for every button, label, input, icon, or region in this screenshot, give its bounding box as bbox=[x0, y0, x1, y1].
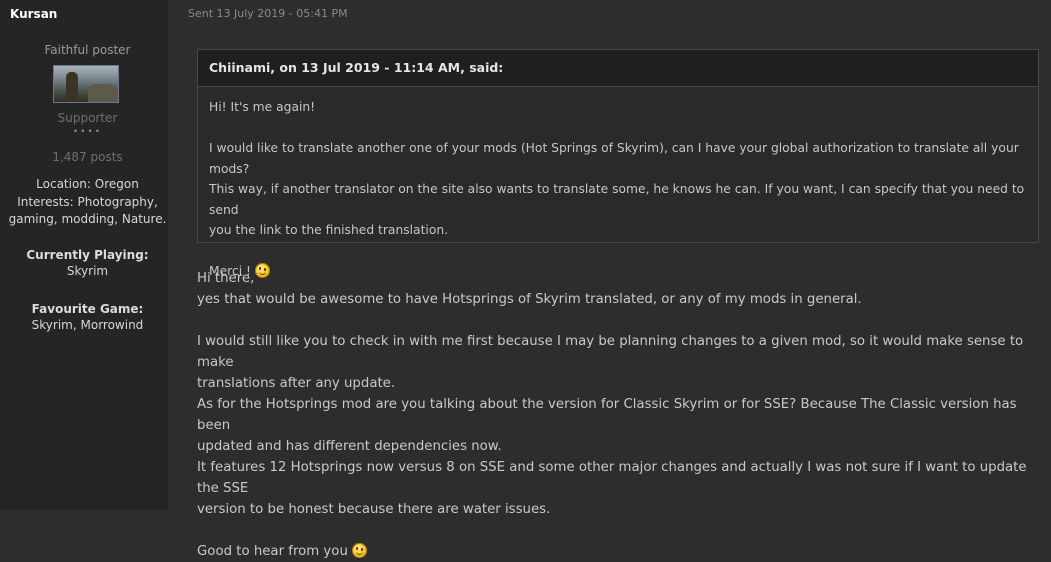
reply-body: Hi there, yes that would be awesome to h… bbox=[197, 268, 1043, 562]
avatar-rock bbox=[88, 84, 118, 102]
quote-line: I would like to translate another one of… bbox=[209, 141, 1019, 176]
rank-pips: •••• bbox=[72, 127, 103, 137]
reply-line: translations after any update. bbox=[197, 376, 396, 391]
reply-line: yes that would be awesome to have Hotspr… bbox=[197, 292, 862, 307]
reply-line: It features 12 Hotsprings now versus 8 o… bbox=[197, 460, 1027, 496]
reply-signoff-text: Good to hear from you bbox=[197, 544, 348, 559]
avatar-figure bbox=[66, 72, 78, 102]
field-value: Skyrim bbox=[66, 264, 109, 278]
quote-line: This way, if another translator on the s… bbox=[209, 182, 1025, 217]
member-group: Supporter bbox=[57, 111, 118, 125]
quote-citation[interactable]: Chiinami, on 13 Jul 2019 - 11:14 AM, sai… bbox=[198, 50, 1038, 87]
custom-field-currently-playing: Currently Playing: Skyrim bbox=[0, 248, 175, 281]
quote-block: Chiinami, on 13 Jul 2019 - 11:14 AM, sai… bbox=[197, 49, 1039, 278]
interests-text-line2: gaming, modding, Nature. bbox=[8, 212, 167, 226]
avatar[interactable] bbox=[53, 65, 119, 103]
field-title: Currently Playing: bbox=[26, 248, 149, 262]
location-text: Location: Oregon bbox=[36, 177, 139, 191]
interests-text-line1: Interests: Photography, bbox=[17, 194, 158, 209]
quote-body: Hi! It's me again! I would like to trans… bbox=[198, 87, 1038, 282]
reply-line: updated and has different dependencies n… bbox=[197, 439, 502, 454]
reply-signoff: Good to hear from you bbox=[197, 541, 1043, 562]
reply-line: I would still like you to check in with … bbox=[197, 334, 1024, 370]
quote-line: Hi! It's me again! bbox=[209, 100, 316, 114]
author-name-link[interactable]: Kursan bbox=[10, 7, 57, 21]
post-count: 1,487 posts bbox=[52, 150, 123, 164]
sent-date: Sent 13 July 2019 - 05:41 PM bbox=[188, 7, 348, 20]
field-title: Favourite Game: bbox=[31, 302, 144, 316]
member-rank: Faithful poster bbox=[44, 43, 131, 57]
wink-smiley-icon bbox=[351, 543, 367, 558]
reply-line: Hi there, bbox=[197, 271, 255, 286]
member-info: Location: Oregon Interests: Photography,… bbox=[0, 176, 175, 229]
custom-field-favourite-game: Favourite Game: Skyrim, Morrowind bbox=[0, 302, 175, 335]
quote-line: you the link to the finished translation… bbox=[209, 223, 449, 237]
field-value: Skyrim, Morrowind bbox=[31, 318, 144, 332]
reply-line: As for the Hotsprings mod are you talkin… bbox=[197, 397, 1017, 433]
